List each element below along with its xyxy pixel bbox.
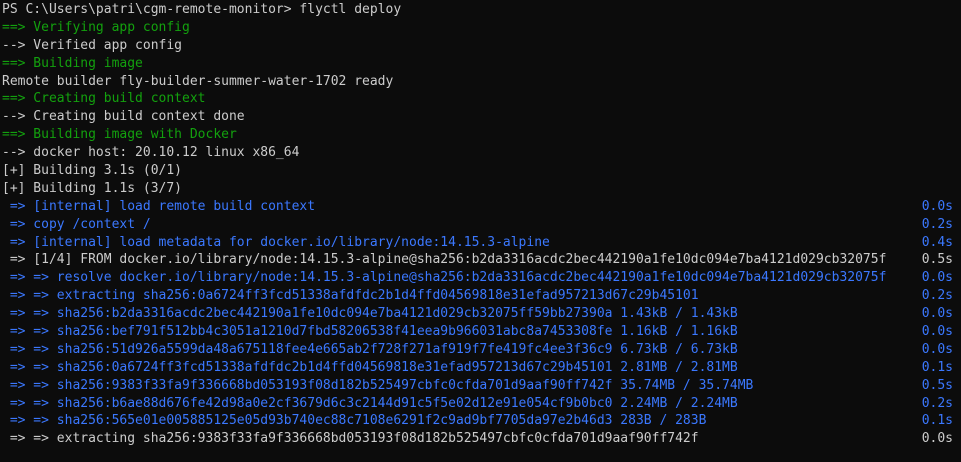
output-line-duration: 0.0s bbox=[921, 198, 953, 214]
output-line-text: ==> Creating build context bbox=[2, 91, 206, 107]
output-line-text: => [internal] load remote build context bbox=[2, 198, 316, 214]
output-line: => copy /context / 0.2s bbox=[0, 216, 961, 234]
output-line-text: => => resolve docker.io/library/node:14.… bbox=[2, 270, 887, 286]
output-line: ==> Building image with Docker bbox=[0, 126, 961, 144]
output-line-duration: 0.0s bbox=[921, 306, 953, 322]
output-line-duration: 0.5s bbox=[921, 377, 953, 393]
output-line: ==> Creating build context bbox=[0, 90, 961, 108]
output-line-duration: 0.0s bbox=[921, 431, 953, 447]
output-line: --> docker host: 20.10.12 linux x86_64 bbox=[0, 144, 961, 162]
output-line: --> Creating build context done bbox=[0, 108, 961, 126]
output-line-duration: 0.5s bbox=[921, 252, 953, 268]
output-line-duration: 0.0s bbox=[921, 341, 953, 357]
command-text: flyctl deploy bbox=[299, 2, 402, 17]
output-line-text: [+] Building 3.1s (0/1) bbox=[2, 163, 183, 179]
output-line-text: --> docker host: 20.10.12 linux x86_64 bbox=[2, 145, 300, 161]
output-line-duration: 0.1s bbox=[921, 413, 953, 429]
output-line: ==> Building image bbox=[0, 55, 961, 73]
output-line: --> Verified app config bbox=[0, 37, 961, 55]
output-line: => => sha256:b2da3316acdc2bec442190a1fe1… bbox=[0, 305, 961, 323]
output-line-text: ==> Verifying app config bbox=[2, 19, 190, 35]
output-line: => => extracting sha256:0a6724ff3fcd5133… bbox=[0, 287, 961, 305]
output-line: => => sha256:0a6724ff3fcd51338afdfdc2b1d… bbox=[0, 359, 961, 377]
prompt-line: PS C:\Users\patri\cgm-remote-monitor> fl… bbox=[0, 1, 961, 19]
output-line-text: => => sha256:b6ae88d676fe42d98a0e2cf3679… bbox=[2, 395, 738, 411]
output-line-text: --> Creating build context done bbox=[2, 109, 245, 125]
output-line-text: => => sha256:9383f33fa9f336668bd053193f0… bbox=[2, 377, 754, 393]
output-line-duration: 0.0s bbox=[921, 324, 953, 340]
terminal-output: ==> Verifying app config --> Verified app… bbox=[0, 19, 961, 448]
output-line-duration: 0.2s bbox=[921, 288, 953, 304]
output-line: => => sha256:51d926a5599da48a675118fee4e… bbox=[0, 341, 961, 359]
output-line: => => resolve docker.io/library/node:14.… bbox=[0, 269, 961, 287]
output-line-text: => => sha256:b2da3316acdc2bec442190a1fe1… bbox=[2, 306, 738, 322]
output-line-text: => copy /context / bbox=[2, 216, 151, 232]
output-line: => => extracting sha256:9383f33fa9f33666… bbox=[0, 430, 961, 448]
output-line-text: => => extracting sha256:0a6724ff3fcd5133… bbox=[2, 288, 699, 304]
output-line-text: => => extracting sha256:9383f33fa9f33666… bbox=[2, 431, 699, 447]
terminal-window[interactable]: PS C:\Users\patri\cgm-remote-monitor> fl… bbox=[0, 0, 961, 462]
output-line: => => sha256:bef791f512bb4c3051a1210d7fb… bbox=[0, 323, 961, 341]
output-line: => [internal] load remote build context 0… bbox=[0, 198, 961, 216]
output-line-text: => [1/4] FROM docker.io/library/node:14.… bbox=[2, 252, 887, 268]
output-line-text: => => sha256:51d926a5599da48a675118fee4e… bbox=[2, 341, 738, 357]
prompt-path: PS C:\Users\patri\cgm-remote-monitor> bbox=[2, 2, 292, 17]
output-line-duration: 0.0s bbox=[921, 270, 953, 286]
output-line: => => sha256:565e01e005885125e05d93b740e… bbox=[0, 412, 961, 430]
output-line-text: => => sha256:565e01e005885125e05d93b740e… bbox=[2, 413, 707, 429]
output-line: => [1/4] FROM docker.io/library/node:14.… bbox=[0, 251, 961, 269]
output-line: ==> Verifying app config bbox=[0, 19, 961, 37]
output-line-duration: 0.2s bbox=[921, 216, 953, 232]
output-line-text: ==> Building image with Docker bbox=[2, 127, 237, 143]
output-line-text: --> Verified app config bbox=[2, 37, 183, 53]
output-line-text: ==> Building image bbox=[2, 55, 143, 71]
output-line-text: => => sha256:bef791f512bb4c3051a1210d7fb… bbox=[2, 324, 738, 340]
output-line-text: => => sha256:0a6724ff3fcd51338afdfdc2b1d… bbox=[2, 359, 738, 375]
output-line: => [internal] load metadata for docker.i… bbox=[0, 234, 961, 252]
output-line-duration: 0.2s bbox=[921, 395, 953, 411]
output-line-duration: 0.4s bbox=[921, 234, 953, 250]
output-line: Remote builder fly-builder-summer-water-… bbox=[0, 73, 961, 91]
output-line-text: => [internal] load metadata for docker.i… bbox=[2, 234, 550, 250]
output-line-duration: 0.1s bbox=[921, 359, 953, 375]
output-line-text: Remote builder fly-builder-summer-water-… bbox=[2, 73, 394, 89]
output-line: => => sha256:9383f33fa9f336668bd053193f0… bbox=[0, 377, 961, 395]
output-line: => => sha256:b6ae88d676fe42d98a0e2cf3679… bbox=[0, 395, 961, 413]
output-line: [+] Building 3.1s (0/1) bbox=[0, 162, 961, 180]
output-line: [+] Building 1.1s (3/7) bbox=[0, 180, 961, 198]
output-line-text: [+] Building 1.1s (3/7) bbox=[2, 180, 183, 196]
